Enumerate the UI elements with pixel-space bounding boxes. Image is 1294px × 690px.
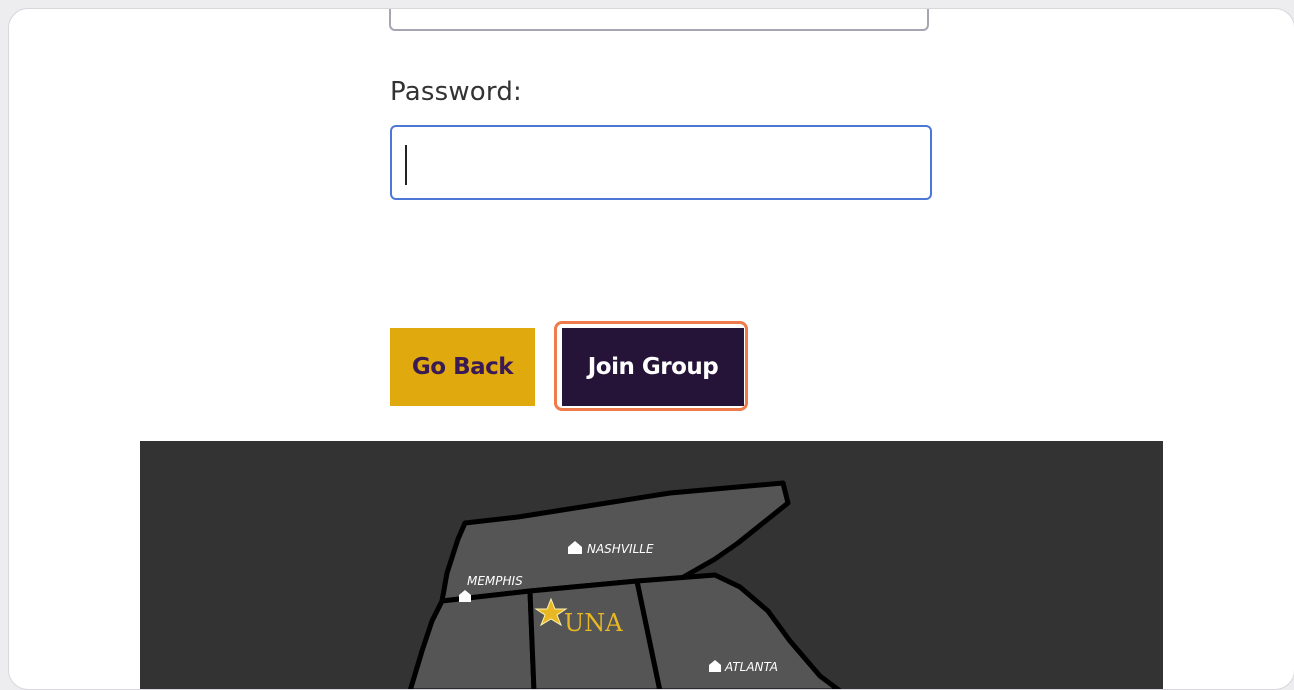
text-caret <box>405 145 407 185</box>
una-label: UNA <box>564 609 623 637</box>
form-card: Password: Go Back Join Group NASHVILLE M… <box>8 8 1294 690</box>
go-back-button[interactable]: Go Back <box>390 328 535 406</box>
password-input[interactable] <box>390 125 932 200</box>
region-map-svg: NASHVILLE MEMPHIS UNA ATLANTA <box>407 480 842 689</box>
region-map: NASHVILLE MEMPHIS UNA ATLANTA <box>140 441 1163 689</box>
city-label-nashville: NASHVILLE <box>587 542 654 556</box>
city-label-atlanta: ATLANTA <box>724 660 778 674</box>
region-mississippi <box>407 588 537 689</box>
previous-field-input[interactable] <box>389 9 929 31</box>
city-label-memphis: MEMPHIS <box>467 574 523 588</box>
password-label: Password: <box>390 77 523 107</box>
join-group-button[interactable]: Join Group <box>562 328 744 406</box>
